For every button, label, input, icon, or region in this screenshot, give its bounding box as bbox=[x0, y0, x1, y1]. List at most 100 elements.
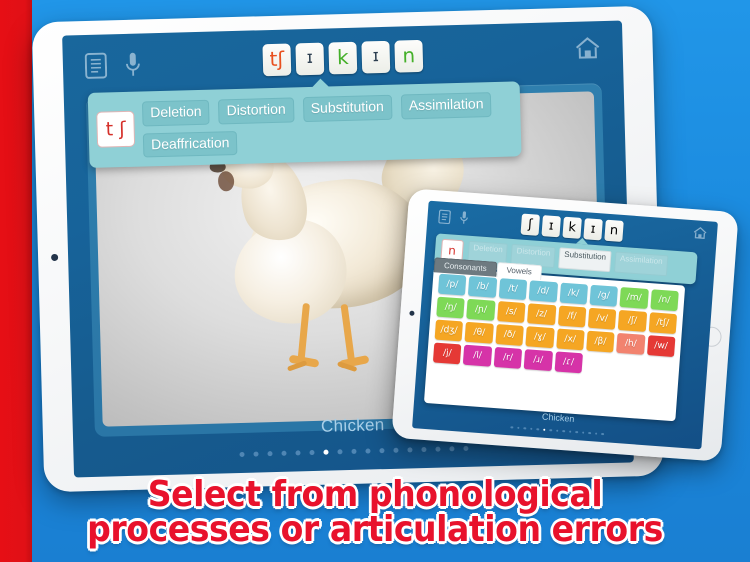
promo-banner-line1: Select from phonological bbox=[147, 473, 603, 515]
phoneme-key[interactable]: /ʃ/ bbox=[618, 309, 647, 332]
phoneme-tile[interactable]: ɪ bbox=[541, 215, 561, 238]
tablet-small: ʃɪkɪn n Deletion Distortion Substitution As… bbox=[391, 188, 739, 462]
page-dot[interactable] bbox=[594, 431, 598, 435]
process-option[interactable]: Substitution bbox=[558, 247, 612, 273]
selected-phoneme-chip[interactable]: t ʃ bbox=[96, 110, 136, 148]
page-dot[interactable] bbox=[420, 446, 427, 453]
process-option[interactable]: Deaffrication bbox=[142, 130, 238, 158]
page-dot[interactable] bbox=[575, 430, 579, 434]
page-dot[interactable] bbox=[588, 431, 592, 435]
process-options-list: Deletion Distortion Substitution Assimilati… bbox=[141, 90, 513, 158]
phoneme-key[interactable]: /b/ bbox=[468, 275, 498, 298]
page-dot[interactable] bbox=[406, 447, 413, 453]
page-dot[interactable] bbox=[510, 425, 514, 429]
page-dot[interactable] bbox=[517, 426, 520, 429]
document-icon[interactable] bbox=[438, 209, 451, 225]
page-dot[interactable] bbox=[280, 450, 287, 456]
page-dot[interactable] bbox=[294, 450, 301, 456]
phoneme-key[interactable]: /v/ bbox=[587, 307, 617, 330]
tab-vowels[interactable]: Vowels bbox=[496, 261, 543, 281]
phoneme-key[interactable]: /r/ bbox=[493, 346, 523, 369]
page-dot[interactable] bbox=[536, 427, 540, 431]
word-phoneme-tiles[interactable]: ʃɪkɪn bbox=[520, 213, 624, 242]
phoneme-tile[interactable]: ɪ bbox=[583, 218, 603, 241]
phoneme-tile[interactable]: k bbox=[328, 41, 358, 75]
page-dot[interactable] bbox=[523, 426, 527, 430]
phoneme-key[interactable]: /m/ bbox=[619, 287, 649, 309]
promo-banner-line2: processes or articulation errors bbox=[87, 509, 663, 551]
phoneme-tile[interactable]: k bbox=[562, 216, 582, 239]
phoneme-key[interactable]: /s/ bbox=[496, 301, 526, 324]
home-icon[interactable] bbox=[574, 36, 601, 61]
phoneme-tile[interactable]: ɪ bbox=[361, 40, 391, 74]
phoneme-tile[interactable]: n bbox=[394, 39, 424, 73]
phoneme-key[interactable]: /θ/ bbox=[464, 321, 494, 344]
phoneme-grid[interactable]: /p//b//t//d//k//g//m//n//ŋ//ɲ//s//z//f//… bbox=[432, 273, 679, 380]
page-dot[interactable] bbox=[568, 430, 572, 433]
page-dot[interactable] bbox=[601, 432, 604, 436]
phoneme-keyboard-card: /p//b//t//d//k//g//m//n//ŋ//ɲ//s//z//f//… bbox=[423, 267, 686, 422]
phoneme-tile[interactable]: ʃ bbox=[520, 213, 540, 236]
page-dot[interactable] bbox=[555, 429, 559, 432]
page-dot[interactable] bbox=[542, 428, 546, 431]
tablet-small-screen: ʃɪkɪn n Deletion Distortion Substitution As… bbox=[412, 200, 718, 450]
phoneme-key[interactable]: /ɾ/ bbox=[554, 351, 583, 374]
home-icon[interactable] bbox=[693, 226, 708, 240]
phoneme-key[interactable]: /w/ bbox=[646, 335, 676, 358]
document-icon[interactable] bbox=[84, 52, 108, 79]
chicken-wattle bbox=[217, 171, 235, 192]
page-dot[interactable] bbox=[448, 446, 455, 452]
chicken-leg bbox=[340, 303, 356, 363]
promo-banner: Select from phonological processes or ar… bbox=[30, 473, 720, 551]
phoneme-key[interactable]: /β/ bbox=[586, 330, 615, 353]
background-red-stripe bbox=[0, 0, 32, 562]
phoneme-tile[interactable]: tʃ bbox=[262, 43, 292, 77]
phoneme-key[interactable]: /dʒ/ bbox=[434, 319, 464, 342]
phoneme-key[interactable]: /ð/ bbox=[495, 323, 524, 346]
phoneme-key[interactable]: /k/ bbox=[559, 282, 588, 305]
phoneme-key[interactable]: /d/ bbox=[528, 280, 558, 303]
phoneme-tile[interactable]: ɪ bbox=[295, 42, 325, 76]
phoneme-key[interactable]: /z/ bbox=[527, 303, 556, 326]
microphone-icon[interactable] bbox=[125, 51, 142, 79]
page-dot[interactable] bbox=[364, 448, 371, 454]
phoneme-tile[interactable]: n bbox=[604, 219, 624, 242]
page-dot[interactable] bbox=[529, 427, 533, 430]
phoneme-key[interactable]: /ɣ/ bbox=[525, 326, 555, 349]
page-dot[interactable] bbox=[350, 448, 357, 454]
phoneme-key[interactable]: /p/ bbox=[437, 273, 467, 296]
process-option[interactable]: Deletion bbox=[141, 99, 210, 127]
page-dot[interactable] bbox=[322, 449, 329, 455]
phoneme-key[interactable]: /ɹ/ bbox=[523, 349, 553, 372]
page-dot[interactable] bbox=[308, 449, 315, 456]
page-dot[interactable] bbox=[378, 448, 385, 454]
page-dot[interactable] bbox=[462, 445, 469, 451]
process-option[interactable]: Assimilation bbox=[400, 92, 492, 120]
process-option[interactable]: Distortion bbox=[218, 97, 295, 124]
process-option[interactable]: Substitution bbox=[302, 94, 393, 122]
page-dot[interactable] bbox=[434, 446, 441, 452]
phoneme-key[interactable]: /ŋ/ bbox=[436, 296, 466, 319]
word-phoneme-tiles[interactable]: tʃ ɪ k ɪ n bbox=[262, 39, 424, 77]
phoneme-key[interactable]: /ɲ/ bbox=[466, 298, 496, 321]
page-dot[interactable] bbox=[238, 451, 245, 458]
phonological-process-popup: t ʃ Deletion Distortion Substitution Assimi… bbox=[87, 81, 522, 168]
page-dot[interactable] bbox=[562, 429, 566, 433]
phoneme-key[interactable]: /j/ bbox=[432, 342, 462, 365]
page-dot[interactable] bbox=[392, 447, 399, 453]
phoneme-key[interactable]: /g/ bbox=[589, 284, 619, 307]
phoneme-key[interactable]: /h/ bbox=[616, 332, 646, 355]
phoneme-key[interactable]: /x/ bbox=[555, 328, 585, 351]
phoneme-key[interactable]: /n/ bbox=[650, 289, 679, 312]
phoneme-key[interactable]: /tʃ/ bbox=[648, 312, 678, 335]
phoneme-key[interactable]: /f/ bbox=[557, 305, 587, 328]
phoneme-key[interactable]: /l/ bbox=[463, 344, 492, 367]
microphone-icon[interactable] bbox=[459, 210, 469, 226]
page-dot[interactable] bbox=[581, 431, 585, 434]
page-dot[interactable] bbox=[266, 451, 273, 457]
page-dot[interactable] bbox=[549, 428, 553, 432]
process-option[interactable]: Assimilation bbox=[613, 251, 669, 277]
page-dot[interactable] bbox=[336, 449, 343, 455]
phoneme-key[interactable]: /t/ bbox=[498, 278, 528, 301]
page-dot[interactable] bbox=[252, 451, 259, 457]
